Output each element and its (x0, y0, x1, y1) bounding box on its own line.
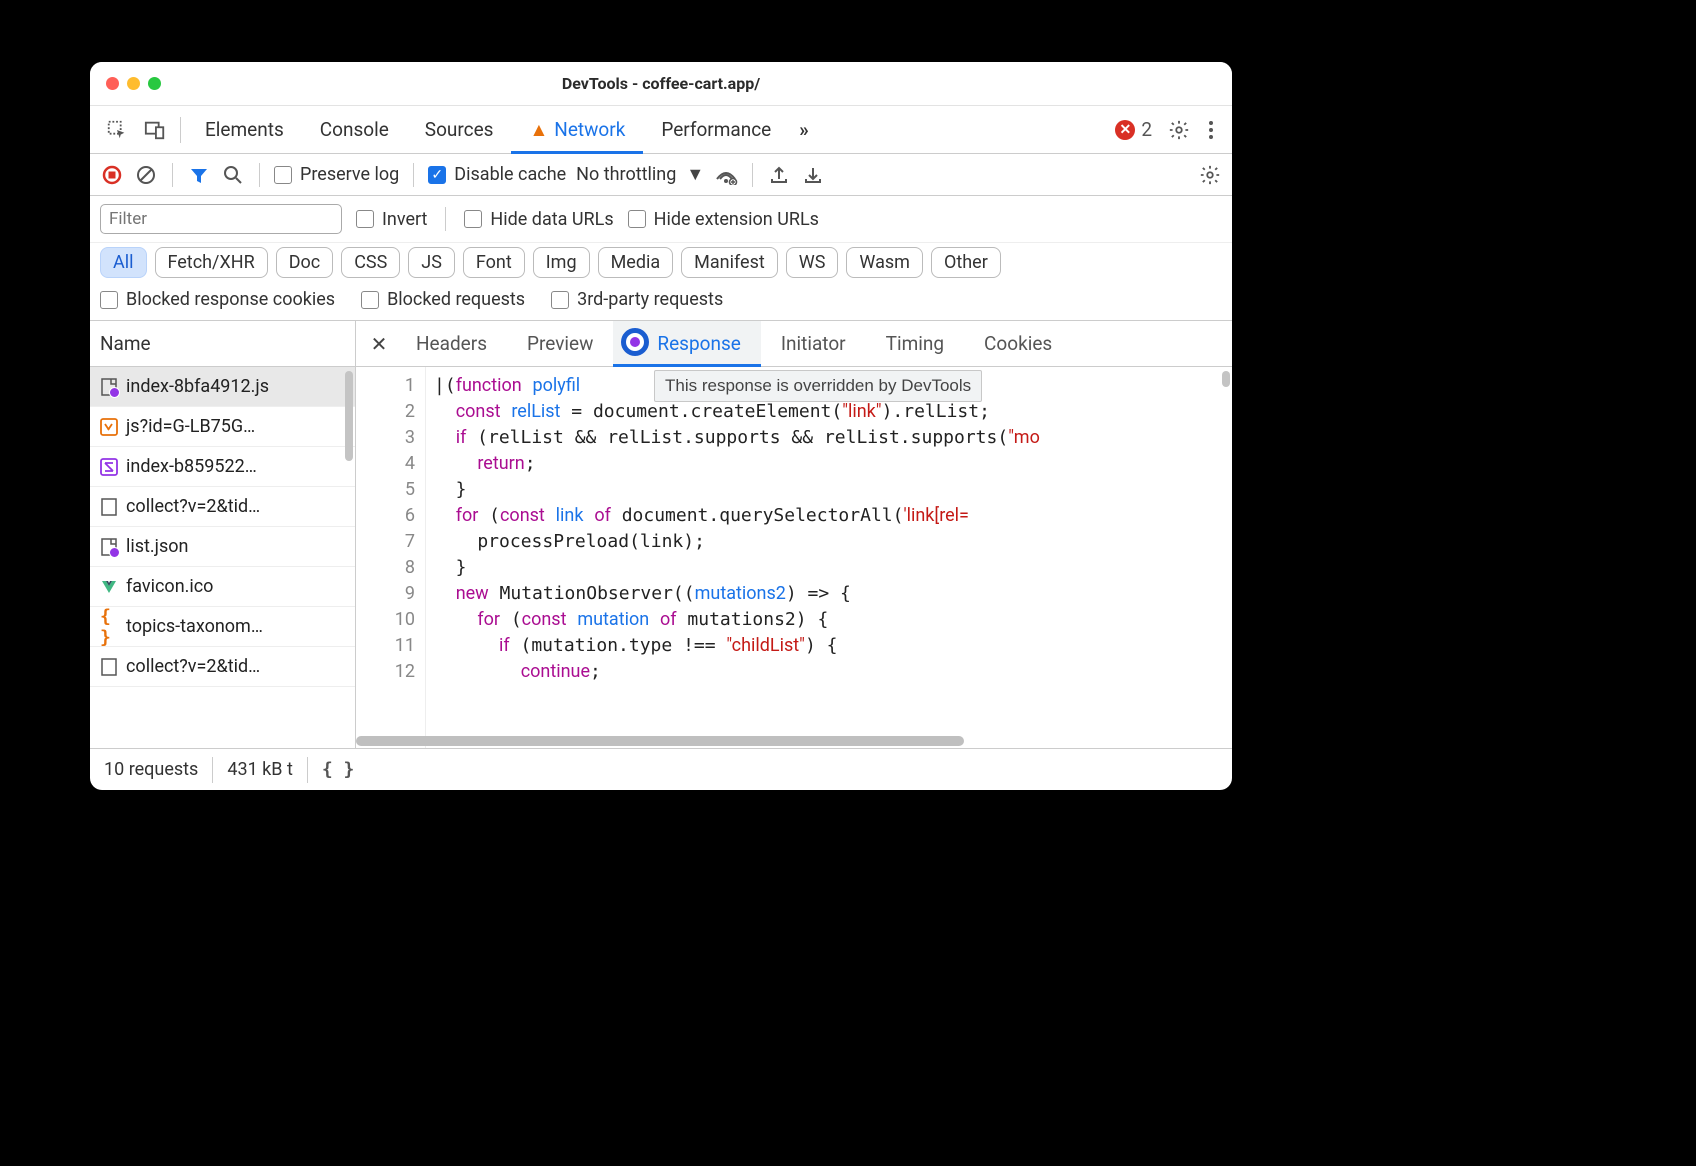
detail-pane: ✕ Headers Preview Response Initiator Tim… (356, 321, 1232, 748)
braces-file-icon: { } (100, 618, 118, 636)
invert-checkbox[interactable]: Invert (356, 209, 427, 230)
override-tooltip: This response is overridden by DevTools (654, 370, 982, 402)
blocked-requests-checkbox[interactable]: Blocked requests (361, 289, 525, 310)
vertical-scrollbar[interactable] (1222, 371, 1230, 387)
tab-preview[interactable]: Preview (507, 321, 613, 367)
css-file-icon (100, 458, 118, 476)
tab-cookies[interactable]: Cookies (964, 321, 1072, 367)
line-gutter: 123456789101112 (356, 367, 426, 748)
tab-initiator[interactable]: Initiator (761, 321, 866, 367)
more-tabs-button[interactable]: » (789, 106, 819, 154)
horizontal-scrollbar-track (356, 734, 1232, 748)
hide-extension-urls-checkbox[interactable]: Hide extension URLs (628, 209, 819, 230)
request-row[interactable]: favicon.ico (90, 567, 355, 607)
error-icon: ✕ (1115, 120, 1135, 140)
transferred-size: 431 kB t (213, 749, 307, 790)
chip-wasm[interactable]: Wasm (846, 247, 923, 278)
tab-network[interactable]: ▲ Network (511, 106, 643, 154)
chip-img[interactable]: Img (533, 247, 590, 278)
device-toolbar-icon[interactable] (136, 106, 174, 154)
network-conditions-icon[interactable] (714, 163, 738, 187)
chip-media[interactable]: Media (598, 247, 674, 278)
window-controls (106, 77, 161, 90)
override-indicator-icon (621, 328, 649, 356)
js-file-icon (100, 378, 118, 396)
upload-har-icon[interactable] (767, 163, 791, 187)
tab-headers[interactable]: Headers (396, 321, 507, 367)
type-filter-chips: All Fetch/XHR Doc CSS JS Font Img Media … (90, 243, 1232, 287)
tab-console[interactable]: Console (302, 106, 407, 154)
third-party-checkbox[interactable]: 3rd-party requests (551, 289, 723, 310)
download-har-icon[interactable] (801, 163, 825, 187)
preserve-log-checkbox[interactable]: Preserve log (274, 164, 399, 185)
filter-row: Invert Hide data URLs Hide extension URL… (90, 196, 1232, 243)
request-row[interactable]: collect?v=2&tid… (90, 647, 355, 687)
clear-button[interactable] (134, 163, 158, 187)
code-content[interactable]: |(function polyfil const relList = docum… (426, 367, 1232, 748)
request-row[interactable]: index-8bfa4912.js (90, 367, 355, 407)
json-file-icon (100, 538, 118, 556)
pretty-print-button[interactable]: { } (308, 759, 369, 780)
kebab-menu-icon[interactable] (1198, 120, 1224, 140)
chip-fetch-xhr[interactable]: Fetch/XHR (155, 247, 268, 278)
content-area: Name index-8bfa4912.js js?id=G-LB75G… in… (90, 321, 1232, 748)
doc-file-icon (100, 498, 118, 516)
request-row[interactable]: list.json (90, 527, 355, 567)
throttling-select[interactable]: No throttling ▼ (576, 164, 704, 185)
chevron-down-icon: ▼ (686, 164, 704, 185)
chip-all[interactable]: All (100, 247, 147, 278)
request-row[interactable]: js?id=G-LB75G… (90, 407, 355, 447)
search-icon[interactable] (221, 163, 245, 187)
network-settings-gear-icon[interactable] (1198, 163, 1222, 187)
detail-tabs: ✕ Headers Preview Response Initiator Tim… (356, 321, 1232, 367)
chip-js[interactable]: JS (408, 247, 455, 278)
network-toolbar: Preserve log ✓Disable cache No throttlin… (90, 154, 1232, 196)
minimize-window-button[interactable] (127, 77, 140, 90)
main-tab-bar: Elements Console Sources ▲ Network Perfo… (90, 106, 1232, 154)
devtools-window: DevTools - coffee-cart.app/ Elements Con… (90, 62, 1232, 790)
tab-sources[interactable]: Sources (407, 106, 512, 154)
doc-file-icon (100, 658, 118, 676)
chip-css[interactable]: CSS (341, 247, 400, 278)
extra-filter-row: Blocked response cookies Blocked request… (90, 287, 1232, 321)
request-row[interactable]: { } topics-taxonom… (90, 607, 355, 647)
filter-input[interactable] (100, 204, 342, 234)
warning-icon: ▲ (529, 118, 548, 142)
titlebar: DevTools - coffee-cart.app/ (90, 62, 1232, 106)
close-detail-button[interactable]: ✕ (362, 332, 396, 356)
maximize-window-button[interactable] (148, 77, 161, 90)
filter-icon[interactable] (187, 163, 211, 187)
chip-font[interactable]: Font (463, 247, 525, 278)
close-window-button[interactable] (106, 77, 119, 90)
chip-doc[interactable]: Doc (276, 247, 334, 278)
code-viewer: 123456789101112 |(function polyfil const… (356, 367, 1232, 748)
sidebar-scrollbar[interactable] (345, 371, 353, 461)
error-count-badge[interactable]: ✕ 2 (1107, 118, 1160, 141)
request-count: 10 requests (90, 749, 212, 790)
blocked-cookies-checkbox[interactable]: Blocked response cookies (100, 289, 335, 310)
disable-cache-checkbox[interactable]: ✓Disable cache (428, 164, 566, 185)
name-column-header[interactable]: Name (90, 321, 355, 367)
request-row[interactable]: index-b859522… (90, 447, 355, 487)
chip-other[interactable]: Other (931, 247, 1001, 278)
tab-timing[interactable]: Timing (866, 321, 964, 367)
script-file-icon (100, 418, 118, 436)
request-sidebar: Name index-8bfa4912.js js?id=G-LB75G… in… (90, 321, 356, 748)
request-list: index-8bfa4912.js js?id=G-LB75G… index-b… (90, 367, 355, 748)
settings-gear-icon[interactable] (1160, 119, 1198, 141)
record-button[interactable] (100, 163, 124, 187)
tab-elements[interactable]: Elements (187, 106, 302, 154)
hide-data-urls-checkbox[interactable]: Hide data URLs (464, 209, 613, 230)
chip-manifest[interactable]: Manifest (681, 247, 778, 278)
window-title: DevTools - coffee-cart.app/ (90, 74, 1232, 93)
chip-ws[interactable]: WS (786, 247, 839, 278)
tab-response[interactable]: Response (613, 321, 760, 367)
vue-favicon-icon (100, 578, 118, 596)
horizontal-scrollbar[interactable] (356, 736, 964, 746)
tab-performance[interactable]: Performance (643, 106, 789, 154)
request-row[interactable]: collect?v=2&tid… (90, 487, 355, 527)
inspect-element-icon[interactable] (98, 106, 136, 154)
status-bar: 10 requests 431 kB t { } (90, 748, 1232, 790)
